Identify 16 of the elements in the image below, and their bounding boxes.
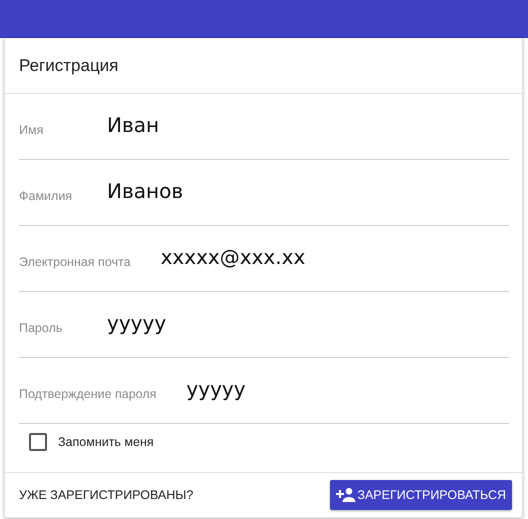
field-label: Фамилия xyxy=(19,189,74,203)
field-label: Подтверждение пароля xyxy=(19,387,156,401)
input-field[interactable]: Иван xyxy=(107,113,367,137)
checkbox[interactable] xyxy=(29,433,47,451)
input-field[interactable]: xxxxx@xxx.xx xyxy=(160,245,421,269)
card-title: Регистрация xyxy=(19,56,118,76)
input-field[interactable]: yyyyy xyxy=(186,377,446,401)
add-person-icon xyxy=(336,487,356,503)
checkbox-label: Запомнить меня xyxy=(58,435,154,449)
field-label: Имя xyxy=(19,123,44,137)
input-field[interactable]: Иванов xyxy=(107,179,367,203)
field-label: Пароль xyxy=(19,321,64,335)
login-link[interactable]: УЖЕ ЗАРЕГИСТРИРОВАНЫ? xyxy=(19,488,194,502)
field-label: Электронная почта xyxy=(19,255,131,269)
register-button[interactable]: ЗАРЕГИСТРИРОВАТЬСЯ xyxy=(330,480,512,510)
input-field[interactable]: yyyyy xyxy=(107,311,367,335)
